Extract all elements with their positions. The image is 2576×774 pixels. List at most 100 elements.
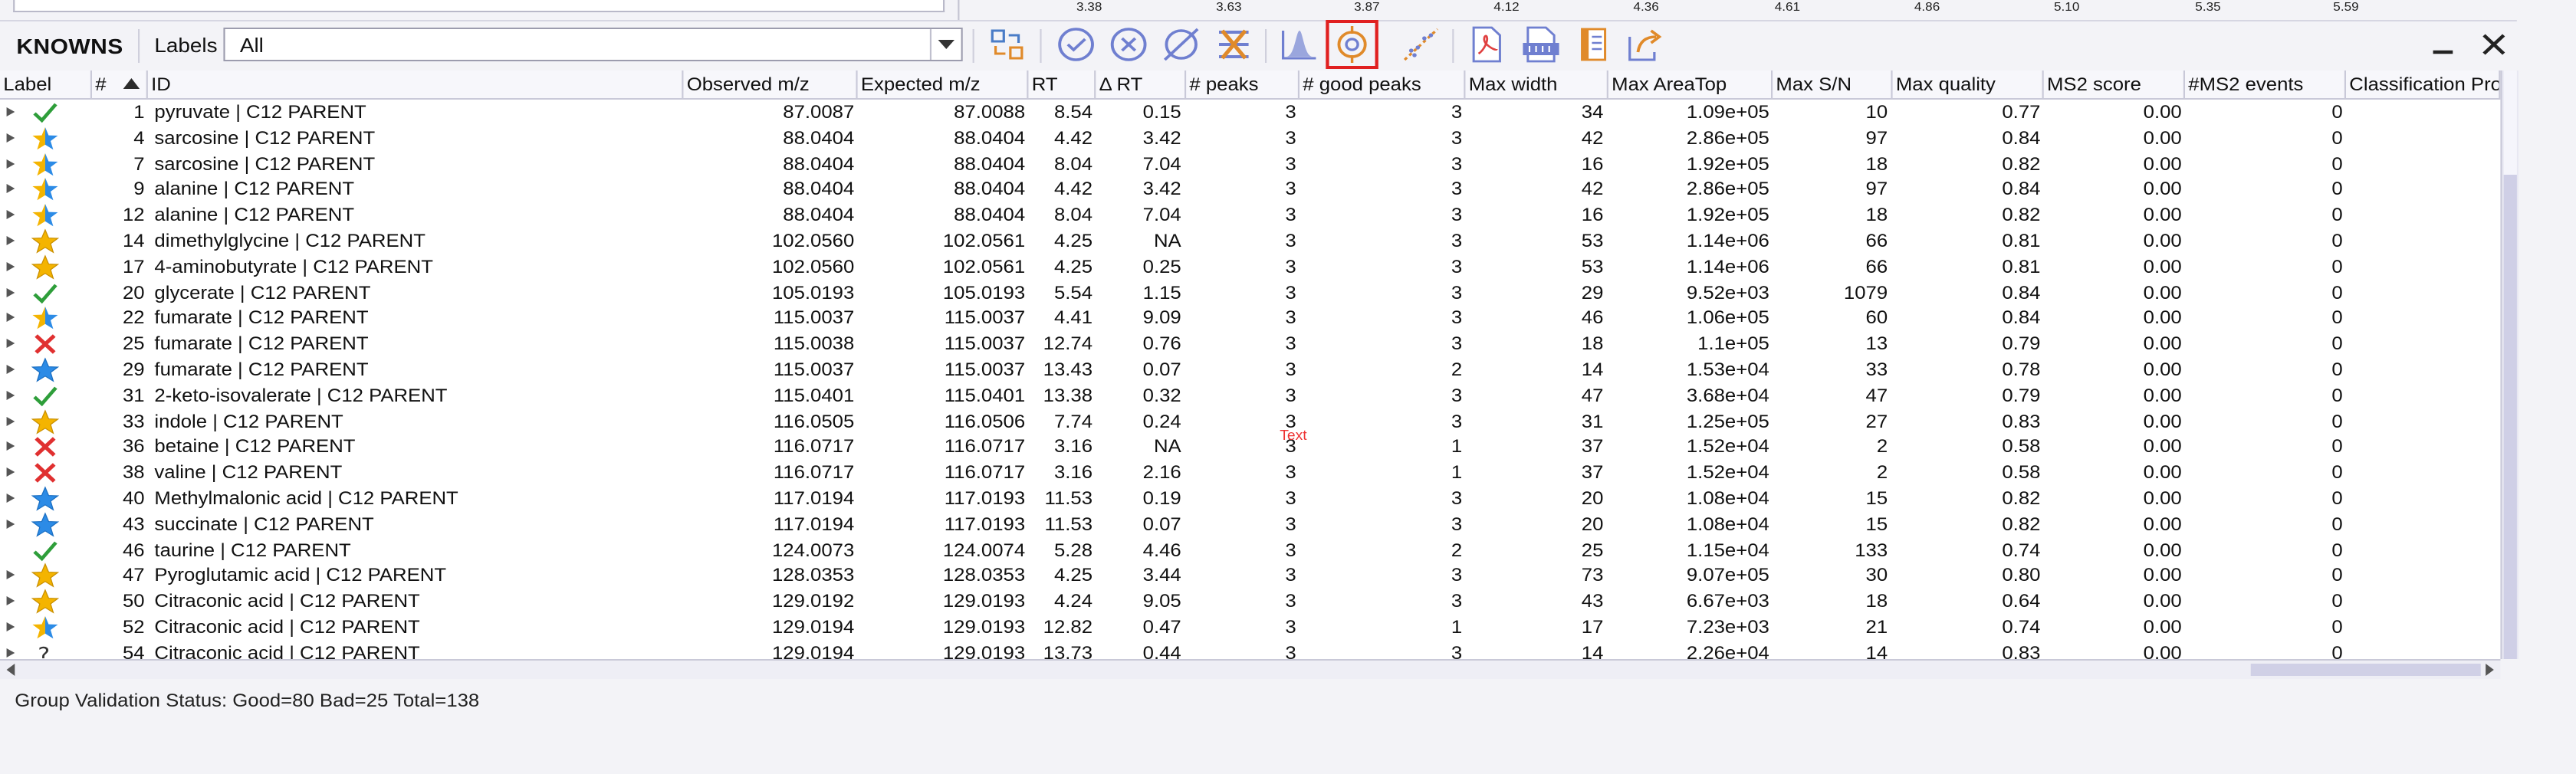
column-header[interactable]: Max width (1465, 71, 1608, 98)
peak-chart-icon[interactable] (1278, 25, 1321, 64)
table-row[interactable]: 29 fumarate | C12 PARENT 115.0037 115.0037 1… (0, 357, 2500, 383)
expand-row-icon[interactable] (6, 287, 15, 297)
expand-row-icon[interactable] (6, 570, 15, 580)
checkmark-icon[interactable] (31, 537, 59, 563)
horizontal-scrollbar[interactable] (0, 659, 2501, 679)
table-row[interactable]: ? 54 Citraconic acid | C12 PARENT 129.0194 1… (0, 641, 2500, 659)
column-header[interactable]: # peaks (1186, 71, 1300, 98)
share-export-icon[interactable] (1623, 25, 1666, 64)
swap-groups-icon[interactable] (986, 25, 1029, 64)
mark-bad-icon[interactable] (1107, 25, 1150, 64)
column-header[interactable]: # (92, 71, 148, 98)
blue-star-icon[interactable] (31, 357, 60, 383)
checkmark-icon[interactable] (31, 280, 59, 306)
column-header[interactable]: Label (0, 71, 92, 98)
realign-target-icon[interactable] (1326, 20, 1378, 69)
expand-row-icon[interactable] (6, 236, 15, 245)
column-header[interactable]: Max quality (1893, 71, 2044, 98)
table-row[interactable]: 4 sarcosine | C12 PARENT 88.0404 88.0404 4.4… (0, 126, 2500, 152)
table-row[interactable]: 7 sarcosine | C12 PARENT 88.0404 88.0404 8.0… (0, 151, 2500, 177)
half-star-icon[interactable] (31, 126, 59, 152)
expand-row-icon[interactable] (6, 313, 15, 323)
expand-row-icon[interactable] (6, 133, 15, 143)
chevron-down-icon[interactable] (929, 29, 961, 60)
table-row[interactable]: 47 Pyroglutamic acid | C12 PARENT 128.0353… (0, 563, 2500, 589)
expand-row-icon[interactable] (6, 596, 15, 606)
table-row[interactable]: 20 glycerate | C12 PARENT 105.0193 105.0193… (0, 280, 2500, 306)
star-icon[interactable] (31, 254, 60, 280)
column-header[interactable]: Classification Pro (2346, 71, 2501, 98)
checkmark-icon[interactable] (31, 383, 59, 409)
expand-row-icon[interactable] (6, 519, 15, 529)
question-icon[interactable]: ? (31, 641, 59, 659)
expand-row-icon[interactable] (6, 339, 15, 349)
column-header[interactable]: Max AreaTop (1608, 71, 1773, 98)
table-row[interactable]: 40 Methylmalonic acid | C12 PARENT 117.019… (0, 486, 2500, 512)
vertical-scrollbar[interactable] (2500, 71, 2518, 659)
star-icon[interactable] (31, 589, 60, 615)
cross-icon[interactable] (31, 460, 59, 486)
table-row[interactable]: 22 fumarate | C12 PARENT 115.0037 115.0037 4… (0, 306, 2500, 332)
export-pdf-icon[interactable] (1465, 25, 1508, 64)
scroll-track[interactable] (2503, 71, 2517, 175)
expand-row-icon[interactable] (6, 365, 15, 374)
column-header[interactable]: # good peaks (1300, 71, 1466, 98)
table-row[interactable]: 31 2-keto-isovalerate | C12 PARENT 115.040… (0, 383, 2500, 409)
table-row[interactable]: 14 dimethylglycine | C12 PARENT 102.0560 10… (0, 228, 2500, 254)
column-header[interactable]: Δ RT (1096, 71, 1187, 98)
sort-ascending-icon[interactable] (123, 78, 140, 89)
column-header[interactable]: #MS2 events (2185, 71, 2346, 98)
half-star-icon[interactable] (31, 615, 59, 641)
star-icon[interactable] (31, 228, 60, 254)
table-row[interactable]: 12 alanine | C12 PARENT 88.0404 88.0404 8.04… (0, 202, 2500, 228)
expand-row-icon[interactable] (6, 210, 15, 220)
cross-icon[interactable] (31, 331, 59, 357)
table-row[interactable]: 52 Citraconic acid | C12 PARENT 129.0194 12… (0, 615, 2500, 641)
table-row[interactable]: 36 betaine | C12 PARENT 116.0717 116.0717 3.… (0, 435, 2500, 461)
expand-row-icon[interactable] (6, 416, 15, 426)
scroll-left-icon[interactable] (6, 664, 15, 676)
scroll-thumb[interactable] (2503, 175, 2517, 659)
expand-row-icon[interactable] (6, 494, 15, 503)
correlation-icon[interactable] (1400, 25, 1443, 64)
expand-row-icon[interactable] (6, 261, 15, 271)
scroll-right-icon[interactable] (2486, 664, 2494, 676)
table-row[interactable]: 17 4-aminobutyrate | C12 PARENT 102.0560 10… (0, 254, 2500, 280)
delete-group-icon[interactable] (1212, 25, 1255, 64)
expand-row-icon[interactable] (6, 184, 15, 194)
table-row[interactable]: 33 indole | C12 PARENT 116.0505 116.0506 7.7… (0, 408, 2500, 435)
half-star-icon[interactable] (31, 177, 59, 203)
half-star-icon[interactable] (31, 151, 59, 177)
blue-star-icon[interactable] (31, 486, 60, 512)
expand-row-icon[interactable] (6, 390, 15, 400)
table-row[interactable]: 25 fumarate | C12 PARENT 115.0038 115.0037 1… (0, 331, 2500, 357)
column-header[interactable]: MS2 score (2044, 71, 2185, 98)
expand-row-icon[interactable] (6, 441, 15, 451)
table-row[interactable]: 9 alanine | C12 PARENT 88.0404 88.0404 4.42 3… (0, 177, 2500, 203)
table-row[interactable]: 43 succinate | C12 PARENT 117.0194 117.0193… (0, 511, 2500, 538)
export-sheet-icon[interactable] (1572, 25, 1615, 64)
column-header[interactable]: Max S/N (1773, 71, 1893, 98)
scroll-thumb[interactable] (2250, 664, 2481, 676)
close-icon[interactable] (2479, 31, 2509, 58)
table-row[interactable]: 46 taurine | C12 PARENT 124.0073 124.0074 5.… (0, 537, 2500, 563)
table-row[interactable]: 50 Citraconic acid | C12 PARENT 129.0192 12… (0, 589, 2500, 615)
cross-icon[interactable] (31, 435, 59, 461)
blue-star-icon[interactable] (31, 511, 60, 538)
table-row[interactable]: 38 valine | C12 PARENT 116.0717 116.0717 3.1… (0, 460, 2500, 486)
column-header[interactable]: ID (148, 71, 684, 98)
half-star-icon[interactable] (31, 306, 59, 332)
expand-row-icon[interactable] (6, 648, 15, 658)
star-icon[interactable] (31, 563, 60, 589)
labels-filter-select[interactable]: All (223, 28, 963, 61)
mark-good-icon[interactable] (1055, 25, 1098, 64)
column-header[interactable]: RT (1028, 71, 1096, 98)
expand-row-icon[interactable] (6, 622, 15, 631)
minimize-icon[interactable] (2428, 31, 2458, 58)
export-csv-icon[interactable] (1520, 25, 1562, 64)
expand-row-icon[interactable] (6, 159, 15, 169)
star-icon[interactable] (31, 408, 60, 435)
table-row[interactable]: 1 pyruvate | C12 PARENT 87.0087 87.0088 8.54… (0, 100, 2500, 126)
column-header[interactable]: Observed m/z (683, 71, 858, 98)
unmark-icon[interactable] (1160, 25, 1203, 64)
